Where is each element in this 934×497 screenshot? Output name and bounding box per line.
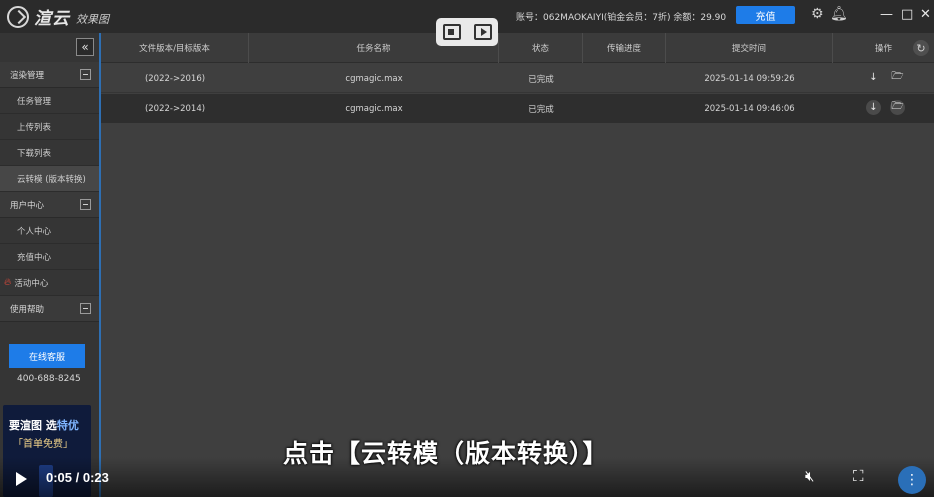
service-phone: 400-688-8245 <box>17 374 81 384</box>
cell-submit-time: 2025-01-14 09:46:06 <box>704 103 795 114</box>
sidebar: « 渲染管理 任务管理 上传列表 下载列表 云转模 (版本转换) 用户中心 个人… <box>0 33 99 497</box>
nav-group-label: 使用帮助 <box>10 304 45 315</box>
nav-group-render[interactable]: 渲染管理 <box>0 62 99 88</box>
nav-group-label: 渲染管理 <box>10 70 45 81</box>
promo-subline: 「首单免费」 <box>13 439 73 450</box>
screen-tools <box>436 18 498 46</box>
mute-icon[interactable]: 🔇︎ <box>805 469 814 484</box>
collapse-minus-icon[interactable] <box>80 69 91 80</box>
video-time: 0:05 / 0:23 <box>46 470 109 485</box>
table-header: 文件版本/目标版本 任务名称 状态 传输进度 提交时间 操作 ↻ <box>101 33 934 63</box>
cell-progress <box>583 94 666 123</box>
table-row[interactable]: (2022->2014) cgmagic.max 已完成 2025-01-14 … <box>101 94 934 123</box>
download-icon[interactable]: ↓ <box>866 70 881 85</box>
logo-icon <box>7 5 29 28</box>
app-logo: 渲云 效果图 <box>7 4 109 29</box>
recharge-button[interactable]: 充值 <box>736 6 795 24</box>
cell-task-name: cgmagic.max <box>345 103 403 114</box>
more-options-icon[interactable]: ⋮ <box>898 466 926 494</box>
sidebar-item-task-manage[interactable]: 任务管理 <box>0 88 99 114</box>
sidebar-item-profile[interactable]: 个人中心 <box>0 218 99 244</box>
video-play-icon[interactable] <box>473 24 492 40</box>
gear-icon[interactable]: ⚙ <box>811 7 824 21</box>
sidebar-item-cloud-convert[interactable]: 云转模 (版本转换) <box>0 166 99 192</box>
download-icon[interactable]: ↓ <box>866 100 881 115</box>
col-submit-time: 提交时间 <box>666 33 833 63</box>
sidebar-item-activity[interactable]: 🔥︎ 活动中心 <box>0 270 99 296</box>
fire-icon: 🔥︎ <box>4 277 12 288</box>
collapse-minus-icon[interactable] <box>80 199 91 210</box>
col-status: 状态 <box>499 33 583 63</box>
fullscreen-icon[interactable]: ⛶ <box>853 469 864 484</box>
sidebar-item-label: 活动中心 <box>14 278 49 289</box>
account-info: 账号：062MAOKAIYI(铂金会员：7折) 余额：29.90 <box>516 13 727 23</box>
sidebar-item-download-list[interactable]: 下载列表 <box>0 140 99 166</box>
nav-group-label: 用户中心 <box>10 200 45 211</box>
logo-subtitle: 效果图 <box>76 13 109 26</box>
open-folder-icon[interactable]: 🗁 <box>890 70 905 85</box>
play-icon[interactable] <box>16 472 27 486</box>
refresh-icon[interactable]: ↻ <box>913 40 929 56</box>
sidebar-item-recharge[interactable]: 充值中心 <box>0 244 99 270</box>
maximize-button[interactable]: □ <box>901 8 913 21</box>
col-progress: 传输进度 <box>583 33 666 63</box>
nav-group-user[interactable]: 用户中心 <box>0 192 99 218</box>
logo-text: 渲云 <box>34 9 70 29</box>
collapse-sidebar-button[interactable]: « <box>76 38 94 56</box>
cell-status: 已完成 <box>528 74 554 85</box>
col-version: 文件版本/目标版本 <box>101 33 249 63</box>
task-table: 文件版本/目标版本 任务名称 状态 传输进度 提交时间 操作 ↻ (2022->… <box>101 33 934 497</box>
nav-group-help[interactable]: 使用帮助 <box>0 296 99 322</box>
promo-headline: 要渲图 选特优 <box>9 419 79 432</box>
bell-icon[interactable]: 🔔︎ <box>830 7 848 21</box>
close-button[interactable]: ✕ <box>920 8 931 21</box>
open-folder-icon[interactable]: 🗁 <box>890 100 905 115</box>
cell-progress <box>583 64 666 93</box>
cell-submit-time: 2025-01-14 09:59:26 <box>704 73 795 84</box>
cell-status: 已完成 <box>528 104 554 115</box>
cell-version: (2022->2016) <box>144 73 206 84</box>
table-row[interactable]: (2022->2016) cgmagic.max 已完成 2025-01-14 … <box>101 64 934 93</box>
swap-screen-icon[interactable] <box>442 24 461 40</box>
cell-version: (2022->2014) <box>144 103 206 114</box>
online-service-button[interactable]: 在线客服 <box>9 344 85 368</box>
collapse-minus-icon[interactable] <box>80 303 91 314</box>
sidebar-item-upload-list[interactable]: 上传列表 <box>0 114 99 140</box>
cell-task-name: cgmagic.max <box>345 73 403 84</box>
video-subtitle: 点击【云转模（版本转换）】 <box>283 439 609 468</box>
minimize-button[interactable]: — <box>880 8 893 21</box>
